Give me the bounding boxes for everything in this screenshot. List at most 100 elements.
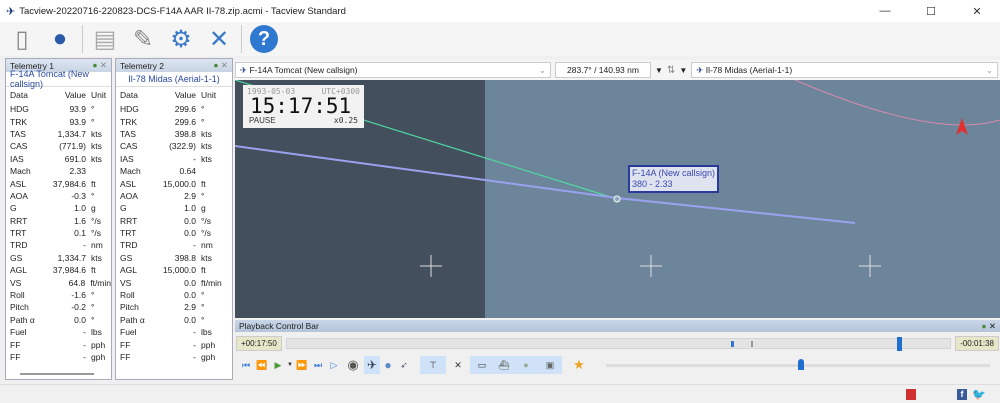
terrain-icon[interactable]: ● [514,356,538,374]
globe-icon[interactable]: ● [44,23,76,55]
cell: 0.0 [184,228,196,239]
gear-icon[interactable]: ⚙ [165,23,197,55]
column-header[interactable]: Value [48,90,86,100]
telemetry-title: Telemetry 2 [120,60,164,71]
ships-icon[interactable]: ⛴ [494,356,514,374]
twitter-icon[interactable]: 🐦 [972,388,986,401]
speed-slider-thumb[interactable] [798,358,804,370]
facebook-icon[interactable]: f [957,389,967,400]
bearing-dropdown-button[interactable]: ▼ [655,66,663,75]
timeline-marker[interactable] [751,340,754,347]
cell: AOA [120,190,138,201]
radar-cone-icon[interactable]: ✕ [446,356,470,374]
play-dropdown[interactable]: ▼ [286,356,294,374]
rewind-button[interactable]: ⏪ [254,356,270,374]
close-icon[interactable]: ✕ [221,60,228,70]
cell: VS [120,277,132,288]
f14-trail-ahead [616,197,856,224]
aircraft-view-icon[interactable]: ✈ [364,356,380,374]
cell: 15,000.0 [162,265,196,276]
column-header[interactable]: Value [158,90,196,100]
primary-object-select[interactable]: ✈ F-14A Tomcat (New callsign) ⌄ [235,62,551,78]
target-dropdown-button[interactable]: ▼ [679,66,687,75]
close-button[interactable]: ✕ [954,0,1000,22]
cell: 0.0 [184,215,196,226]
cell: (322.9) [169,141,196,152]
cell: Pitch [120,302,139,313]
cell: - [193,352,196,362]
bookmark-star-icon[interactable]: ★ [568,356,590,374]
column-header[interactable]: Data [116,90,158,100]
cell: - [83,240,86,251]
column-header[interactable]: Unit [196,90,216,100]
secondary-object-select[interactable]: ✈ Il-78 Midas (Aerial-1-1) ⌄ [691,62,998,78]
cell: FF [10,352,21,362]
cell: Roll [120,290,135,301]
3d-viewport[interactable]: 1993-05-03 UTC+0300 15:17:51 PAUSE x0.25 F… [235,80,1000,318]
minimize-button[interactable]: — [862,0,908,22]
cell: Path α [120,314,145,325]
pin-icon[interactable]: ● [213,60,218,70]
cell: TAS [10,128,26,139]
horizontal-scrollbar[interactable] [20,373,94,376]
help-icon[interactable]: ? [248,23,280,55]
close-icon[interactable]: ✕ [989,321,996,331]
cell: 0.1 [74,228,86,239]
cell: - [83,352,86,362]
cell: G [120,203,127,214]
playback-bar-header: Playback Control Bar ● ✕ [235,320,1000,332]
f14-marker[interactable] [613,195,621,203]
remaining-time: -00:01:38 [955,335,999,351]
cell: TRT [120,228,137,239]
telemetry-object[interactable]: Il-78 Midas (Aerial-1-1) [116,72,232,87]
cell: HDG [10,104,29,115]
pin-icon[interactable]: ● [981,321,986,331]
swap-targets-icon[interactable]: ⇅ [667,65,675,76]
altitude-marker-icon[interactable]: ⊤ [420,356,446,374]
table-row: TRD - nm [6,239,111,251]
timeline-marker[interactable] [731,340,735,347]
cell: 0.0 [184,314,196,325]
hud-labels-icon[interactable]: ▭ [470,356,494,374]
cell: AOA [10,190,28,201]
cell: 93.9 [69,104,86,115]
play-button[interactable]: ▶ [270,356,286,374]
tools-icon[interactable]: ✕ [203,23,235,55]
fast-forward-button[interactable]: ⏩ [294,356,310,374]
cell: G [10,203,17,214]
object-label[interactable]: F-14A (New callsign) 380 - 2.33 [628,165,720,193]
cell: 64.8 [68,277,86,288]
playback-bar-title: Playback Control Bar [239,321,319,331]
pilot-view-icon[interactable]: ◉ [342,356,364,374]
document-icon[interactable]: ▤ [89,23,121,55]
timeline-thumb[interactable] [897,336,903,351]
layout-icon[interactable]: ▣ [538,356,562,374]
column-header[interactable]: Data [6,90,48,100]
maximize-button[interactable]: ☐ [908,0,954,22]
globe-view-icon[interactable]: ● [380,356,396,374]
cell: ° [201,314,205,325]
cell: ° [91,314,95,325]
missile-icon[interactable]: ➶ [396,356,412,374]
cell: pph [91,339,106,350]
bearing-range-display: 283.7° / 140.93 nm [555,62,651,78]
alert-icon[interactable] [906,389,916,400]
cell: -1.6 [71,290,86,301]
step-forward-button[interactable]: ▷ [326,356,342,374]
notepad-icon[interactable]: ✎ [127,23,159,55]
cell: IAS [120,153,134,164]
cell: -0.3 [71,190,86,201]
table-header: Data Value Unit [6,87,111,103]
playback-speed-slider[interactable] [606,358,990,370]
timeline-slider[interactable] [285,336,952,351]
cell: 0.0 [74,314,86,325]
column-header[interactable]: Unit [86,90,106,100]
north-arrow-icon [956,118,968,135]
table-row: HDG 93.9 ° [6,103,111,115]
telemetry-object[interactable]: F-14A Tomcat (New callsign) [6,69,111,89]
usb-drive-icon[interactable]: ▯ [6,23,38,55]
cell: ft/min [201,277,222,288]
skip-start-button[interactable]: ⏮ [238,356,254,374]
cell: kts [91,128,102,139]
skip-end-button[interactable]: ⏭ [310,356,326,374]
